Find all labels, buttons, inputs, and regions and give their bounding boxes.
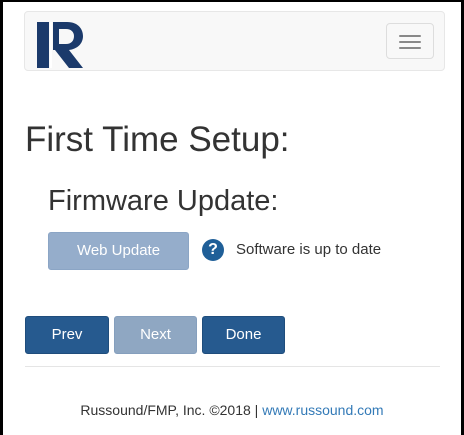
firmware-update-heading: Firmware Update: — [48, 185, 279, 217]
next-button[interactable]: Next — [114, 316, 197, 354]
page-title: First Time Setup: — [25, 120, 290, 159]
help-question-icon[interactable]: ? — [202, 239, 224, 261]
firmware-status-text: Software is up to date — [236, 241, 382, 258]
menu-toggle-button[interactable] — [386, 23, 434, 59]
footer-divider — [25, 366, 440, 367]
copyright-text: Russound/FMP, Inc. ©2018 — [80, 402, 251, 418]
russound-website-link[interactable]: www.russound.com — [262, 402, 383, 418]
hamburger-menu-icon — [399, 35, 421, 37]
footer: Russound/FMP, Inc. ©2018 | www.russound.… — [3, 400, 461, 420]
footer-separator: | — [254, 402, 259, 418]
page-frame: First Time Setup: Firmware Update: Web U… — [0, 0, 464, 435]
hamburger-menu-icon-bar — [399, 41, 421, 43]
russound-logo — [37, 22, 83, 68]
web-update-button[interactable]: Web Update — [48, 232, 189, 270]
prev-button[interactable]: Prev — [25, 316, 109, 354]
hamburger-menu-icon-bar — [399, 47, 421, 49]
navbar — [24, 11, 445, 71]
done-button[interactable]: Done — [202, 316, 285, 354]
